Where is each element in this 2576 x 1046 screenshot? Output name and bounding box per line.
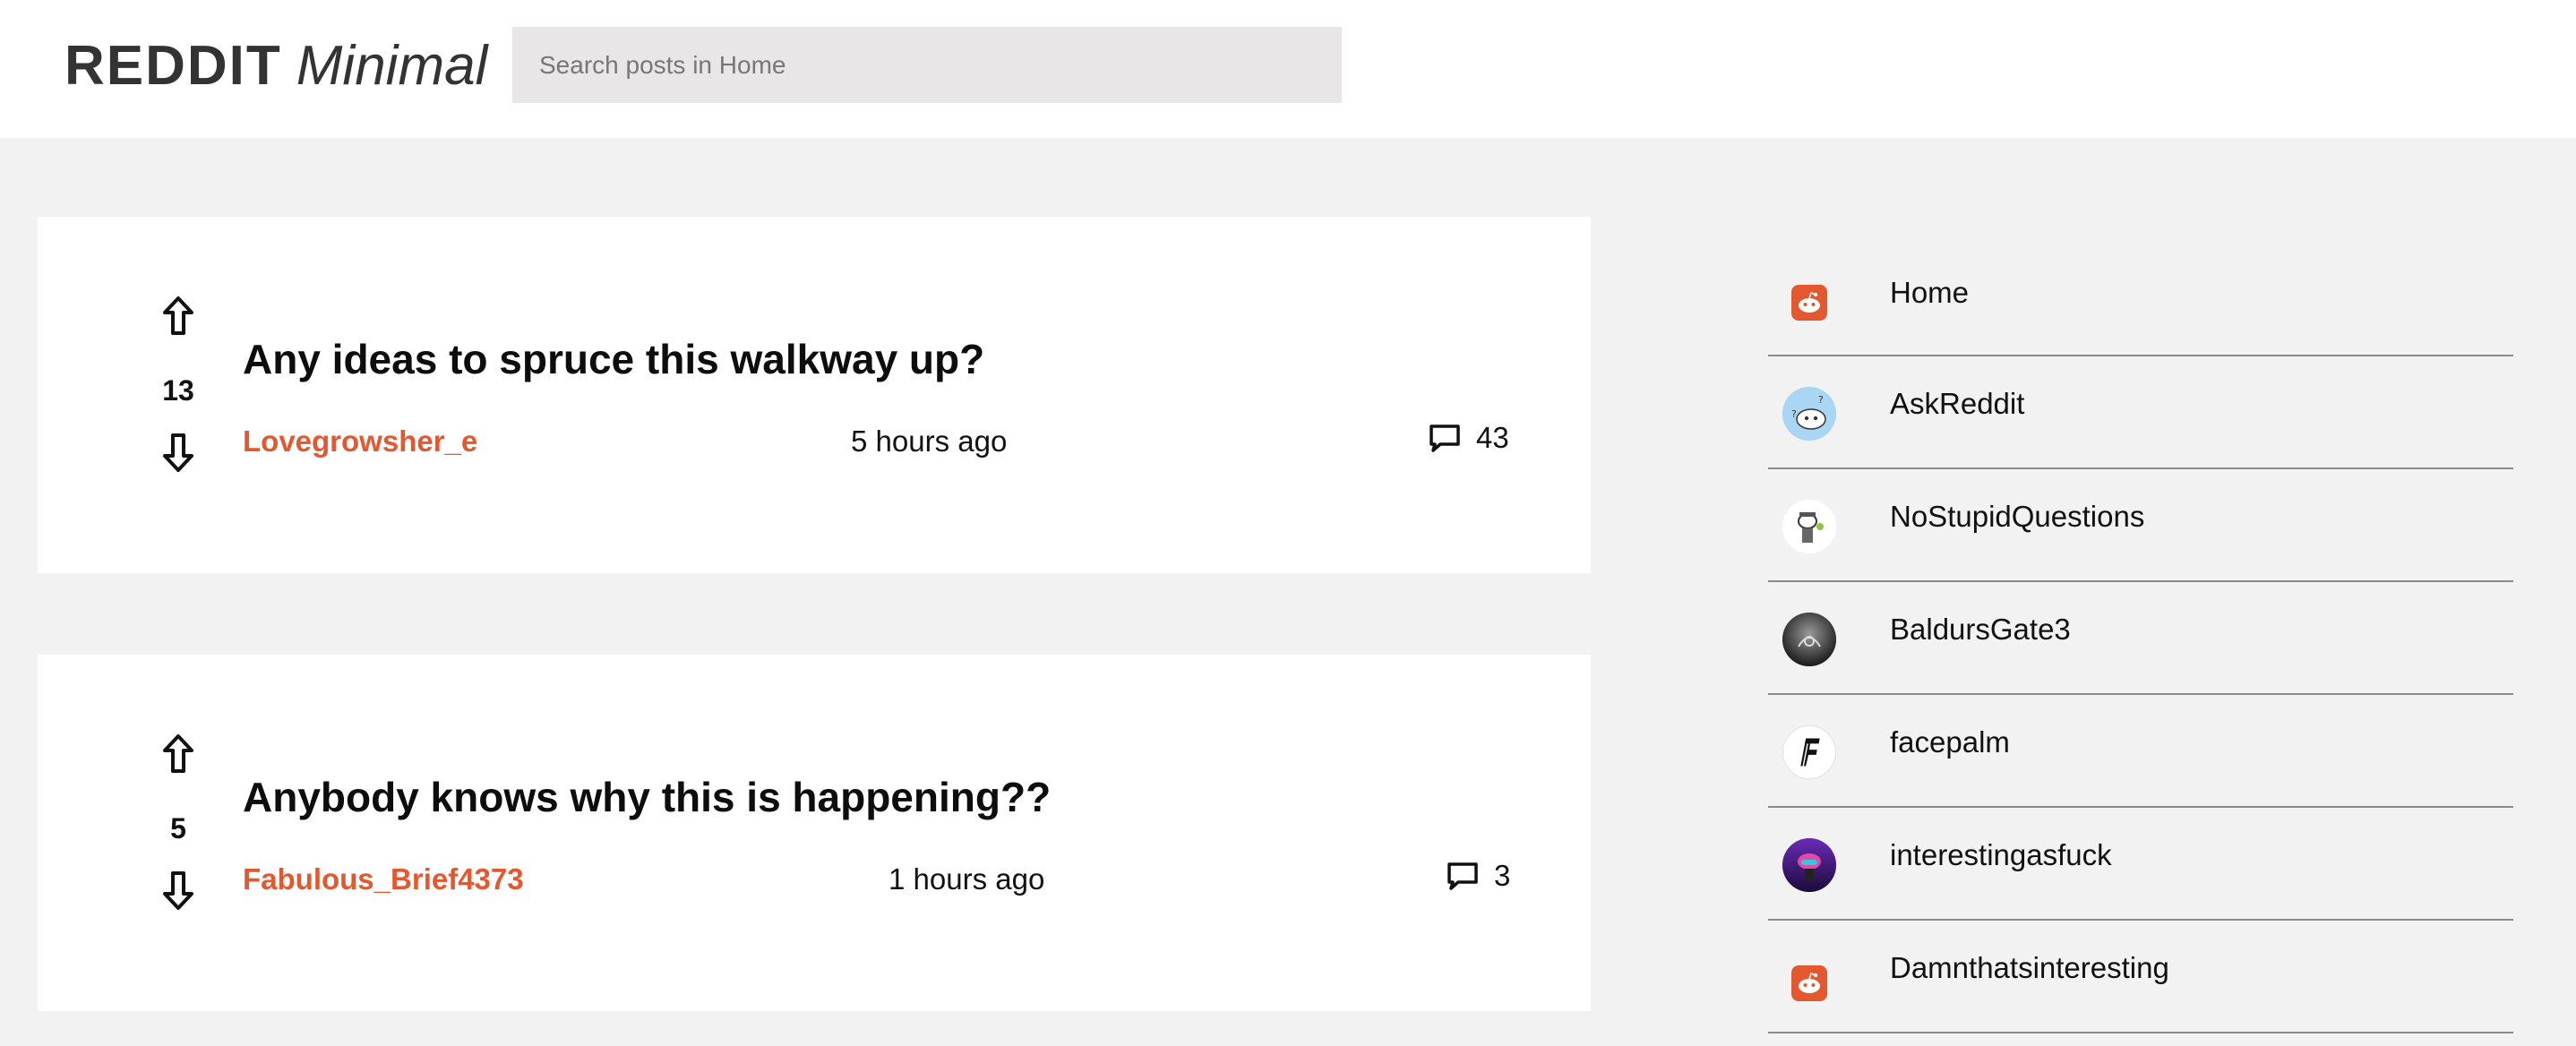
baldursgate3-avatar-icon xyxy=(1782,613,1836,666)
subreddit-item-facepalm[interactable]: facepalm xyxy=(1768,695,2513,808)
subreddit-label: Home xyxy=(1890,276,1970,309)
reddit-logo-icon xyxy=(1782,276,1836,330)
vote-widget: 5 xyxy=(124,733,233,930)
post-author[interactable]: Fabulous_Brief4373 xyxy=(243,862,524,896)
subreddit-label: AskReddit xyxy=(1890,387,2025,420)
post-author[interactable]: Lovegrowsher_e xyxy=(243,424,477,459)
downvote-arrow-icon[interactable] xyxy=(161,870,195,911)
nostupidquestions-avatar-icon xyxy=(1782,500,1836,553)
subreddit-item-nostupidquestions[interactable]: NoStupidQuestions xyxy=(1768,469,2513,582)
subreddit-label: facepalm xyxy=(1890,725,2010,759)
logo-light-text: Minimal xyxy=(296,35,488,97)
upvote-arrow-icon[interactable] xyxy=(161,296,195,337)
vote-widget: 13 xyxy=(124,296,233,493)
facepalm-avatar-icon xyxy=(1782,725,1836,779)
post-card[interactable]: 13 Any ideas to spruce this walkway up? … xyxy=(38,217,1591,573)
app-logo[interactable]: REDDIT Minimal xyxy=(64,34,487,102)
reddit-logo-icon xyxy=(1782,956,1836,1010)
subreddit-label: NoStupidQuestions xyxy=(1890,500,2145,533)
interestingasfuck-avatar-icon xyxy=(1782,838,1836,892)
subreddit-label: interestingasfuck xyxy=(1890,838,2112,871)
comments-button[interactable]: 3 xyxy=(1446,859,1510,893)
comment-icon xyxy=(1447,862,1478,890)
comment-count: 43 xyxy=(1476,421,1509,454)
subreddit-item-baldursgate3[interactable]: BaldursGate3 xyxy=(1768,582,2513,695)
subreddit-item-interestingasfuck[interactable]: interestingasfuck xyxy=(1768,808,2513,921)
top-header: REDDIT Minimal xyxy=(0,0,2576,138)
downvote-arrow-icon[interactable] xyxy=(161,432,195,473)
post-card[interactable]: 5 Anybody knows why this is happening?? … xyxy=(38,655,1591,1011)
logo-bold-text: REDDIT xyxy=(64,35,282,97)
search-input[interactable] xyxy=(512,27,1342,103)
subreddit-list: Home ? ? AskReddit NoStupidQuestions Bal… xyxy=(1768,231,2513,1033)
subreddit-label: BaldursGate3 xyxy=(1890,613,2071,646)
vote-score: 13 xyxy=(162,374,194,407)
post-title[interactable]: Anybody knows why this is happening?? xyxy=(243,773,1051,821)
comment-count: 3 xyxy=(1494,859,1511,892)
askreddit-avatar-icon: ? ? xyxy=(1782,387,1836,441)
subreddit-item-askreddit[interactable]: ? ? AskReddit xyxy=(1768,356,2513,469)
subreddit-item-home[interactable]: Home xyxy=(1768,231,2513,356)
svg-text:?: ? xyxy=(1818,394,1824,406)
post-time: 1 hours ago xyxy=(889,862,1045,896)
svg-text:?: ? xyxy=(1791,408,1797,420)
subreddit-label: Damnthatsinteresting xyxy=(1890,951,2169,984)
comments-button[interactable]: 43 xyxy=(1428,421,1509,455)
post-title[interactable]: Any ideas to spruce this walkway up? xyxy=(243,335,984,383)
post-time: 5 hours ago xyxy=(851,424,1008,458)
upvote-arrow-icon[interactable] xyxy=(161,733,195,775)
vote-score: 5 xyxy=(170,812,186,845)
comment-icon xyxy=(1430,424,1460,452)
subreddit-item-damnthatsinteresting[interactable]: Damnthatsinteresting xyxy=(1768,921,2513,1033)
